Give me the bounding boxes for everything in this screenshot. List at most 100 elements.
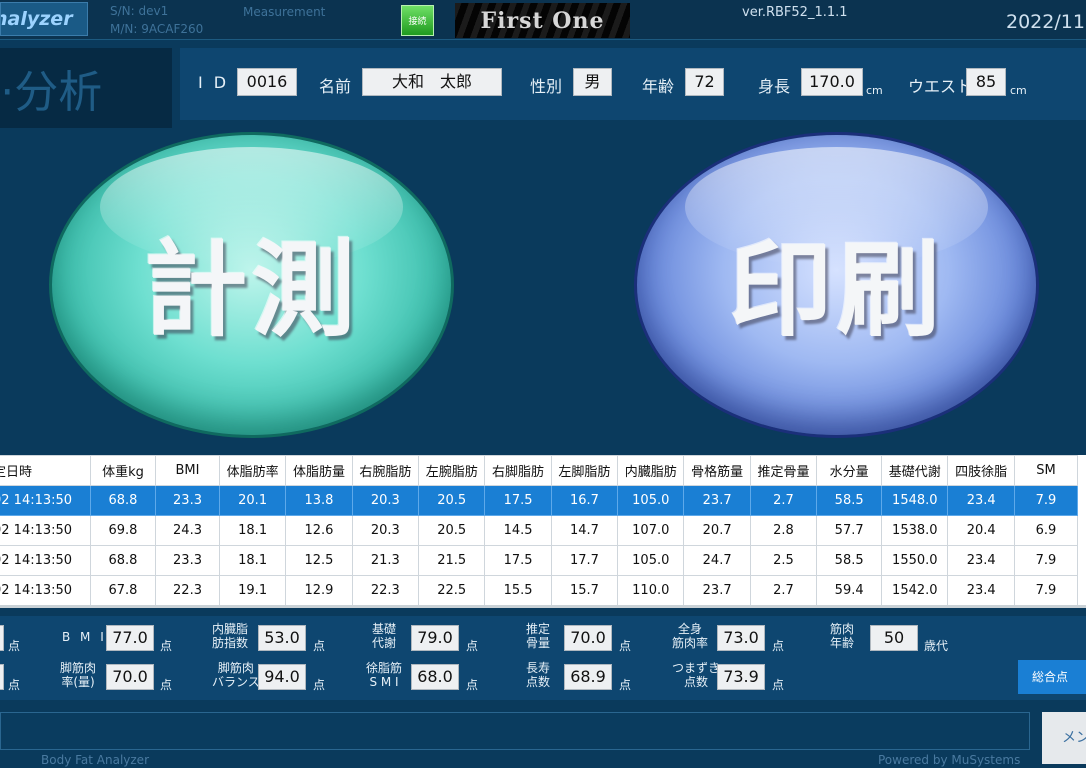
table-horizontal-scrollbar[interactable] (0, 605, 1086, 608)
table-cell: 16.7 (550, 485, 619, 516)
id-field[interactable]: 0016 (237, 68, 297, 96)
table-cell: 18.1 (218, 515, 287, 546)
point-unit: 点 (160, 639, 173, 653)
table-cell: 22.3 (155, 575, 220, 606)
table-cell: 20.4 (947, 515, 1015, 546)
column-header[interactable]: 基礎代謝 (881, 455, 949, 486)
column-header[interactable]: 水分量 (816, 455, 883, 486)
whole-body-muscle-label: 全身 筋肉率 (672, 622, 709, 650)
table-cell: 12.6 (285, 515, 353, 546)
column-header[interactable]: 左脚脂肪 (550, 455, 619, 486)
column-header[interactable]: BMI (155, 455, 220, 486)
table-cell: 22.5 (418, 575, 486, 606)
score-panel: 点 点 B M I 77.0 点 内臓脂 肪指数 53.0 点 基礎 代謝 79… (0, 616, 1086, 700)
table-cell: 23.4 (947, 485, 1015, 516)
bmi-score: 77.0 (106, 625, 154, 651)
column-header[interactable]: 四肢徐脂 (947, 455, 1015, 486)
column-header[interactable]: 定日時 (0, 455, 91, 486)
sex-field[interactable]: 男 (573, 68, 612, 96)
bone-mass-score: 70.0 (564, 625, 612, 651)
table-cell: 14.7 (550, 515, 619, 546)
table-cell: 23.3 (155, 545, 220, 576)
column-header[interactable]: 内臓脂肪 (617, 455, 685, 486)
table-cell: 17.7 (550, 545, 619, 576)
column-header[interactable]: 体脂肪率 (218, 455, 287, 486)
age-field[interactable]: 72 (685, 68, 724, 96)
id-label: I D (198, 73, 230, 92)
message-bar (0, 712, 1030, 750)
table-row[interactable]: 02 14:13:50 69.8 24.3 18.1 12.6 20.3 20.5 14.5 1… (0, 515, 1079, 546)
name-field[interactable]: 大和 太郎 (362, 68, 502, 96)
column-header[interactable]: 左腕脂肪 (418, 455, 486, 486)
age-unit: 歳代 (924, 639, 949, 653)
longevity-label: 長寿 点数 (526, 661, 551, 689)
model-number: M/N: 9ACAF260 (110, 22, 204, 36)
column-header[interactable]: 右脚脂肪 (484, 455, 552, 486)
mode-label: Measurement (243, 5, 326, 19)
whole-body-muscle-score: 73.0 (717, 625, 765, 651)
age-label: 年齢 (642, 77, 675, 96)
table-cell: 22.3 (351, 575, 420, 606)
measure-button[interactable]: 計測 (52, 135, 451, 435)
table-cell: 20.5 (418, 515, 486, 546)
column-header[interactable]: 推定骨量 (749, 455, 818, 486)
column-header[interactable]: 骨格筋量 (683, 455, 751, 486)
basal-metabolism-score: 79.0 (411, 625, 459, 651)
print-button-label: 印刷 (728, 229, 945, 351)
height-label: 身長 (758, 77, 791, 96)
visceral-index-label: 内臓脂 肪指数 (212, 622, 249, 650)
table-row[interactable]: 02 14:13:50 67.8 22.3 19.1 12.9 22.3 22.5 15.5 1… (0, 575, 1079, 606)
column-header[interactable]: 右腕脂肪 (351, 455, 420, 486)
table-cell: 7.9 (1013, 485, 1079, 516)
table-cell: 13.8 (285, 485, 353, 516)
point-unit: 点 (313, 678, 326, 692)
table-cell: 19.1 (218, 575, 287, 606)
table-cell: 12.5 (285, 545, 353, 576)
column-header[interactable]: 体脂肪量 (285, 455, 353, 486)
table-row[interactable]: 02 14:13:50 68.8 23.3 18.1 12.5 21.3 21.5 17.5 1… (0, 545, 1079, 576)
table-cell: 12.9 (285, 575, 353, 606)
table-cell: 20.3 (351, 515, 420, 546)
page-title: l·分析 (0, 48, 172, 128)
table-cell: 23.3 (155, 485, 220, 516)
waist-field[interactable]: 85 (966, 68, 1006, 96)
name-label: 名前 (319, 77, 352, 96)
table-cell: 1548.0 (881, 485, 949, 516)
basal-metabolism-label: 基礎 代謝 (372, 622, 397, 650)
bone-mass-label: 推定 骨量 (526, 622, 551, 650)
measurement-history-table[interactable]: 定日時体重kgBMI体脂肪率体脂肪量右腕脂肪左腕脂肪右脚脂肪左脚脂肪内臓脂肪骨格… (0, 455, 1086, 607)
table-cell: 17.5 (484, 545, 552, 576)
menu-button[interactable]: メン (1042, 712, 1086, 764)
page-title-text: l·分析 (0, 67, 103, 118)
top-bar: nalyzer S/N: dev1 M/N: 9ACAF260 Measurem… (0, 0, 1086, 40)
smi-label: 徐脂筋 S M I (366, 661, 403, 689)
column-header[interactable]: SM (1013, 455, 1079, 486)
table-cell: 59.4 (816, 575, 883, 606)
column-header[interactable]: 体重kg (89, 455, 157, 486)
logo-text: nalyzer (0, 8, 73, 30)
table-cell: 17.5 (484, 485, 552, 516)
total-score-button[interactable]: 総合点 (1018, 660, 1086, 694)
version-label: ver.RBF52_1.1.1 (742, 5, 848, 20)
connect-button[interactable]: 接続 (401, 5, 434, 36)
table-cell: 2.8 (749, 515, 818, 546)
point-unit: 点 (313, 639, 326, 653)
table-cell: 107.0 (617, 515, 685, 546)
table-cell: 1550.0 (881, 545, 949, 576)
table-header-row: 定日時体重kgBMI体脂肪率体脂肪量右腕脂肪左腕脂肪右脚脂肪左脚脂肪内臓脂肪骨格… (0, 455, 1079, 486)
footer-powered-by: Powered by MuSystems (878, 753, 1021, 767)
table-cell: 68.8 (89, 485, 157, 516)
waist-unit: cm (1010, 84, 1027, 97)
table-cell: 105.0 (617, 545, 685, 576)
table-cell: 15.7 (550, 575, 619, 606)
table-cell: 68.8 (89, 545, 157, 576)
table-cell: 58.5 (816, 545, 883, 576)
height-field[interactable]: 170.0 (801, 68, 863, 96)
table-cell: 20.5 (418, 485, 486, 516)
point-unit: 点 (619, 678, 632, 692)
print-button[interactable]: 印刷 (637, 135, 1036, 435)
table-row[interactable]: 02 14:13:50 68.8 23.3 20.1 13.8 20.3 20.5 17.5 1… (0, 485, 1079, 516)
table-cell: 23.7 (683, 485, 751, 516)
table-cell: 58.5 (816, 485, 883, 516)
trip-risk-label: つまずき 点数 (672, 661, 721, 689)
